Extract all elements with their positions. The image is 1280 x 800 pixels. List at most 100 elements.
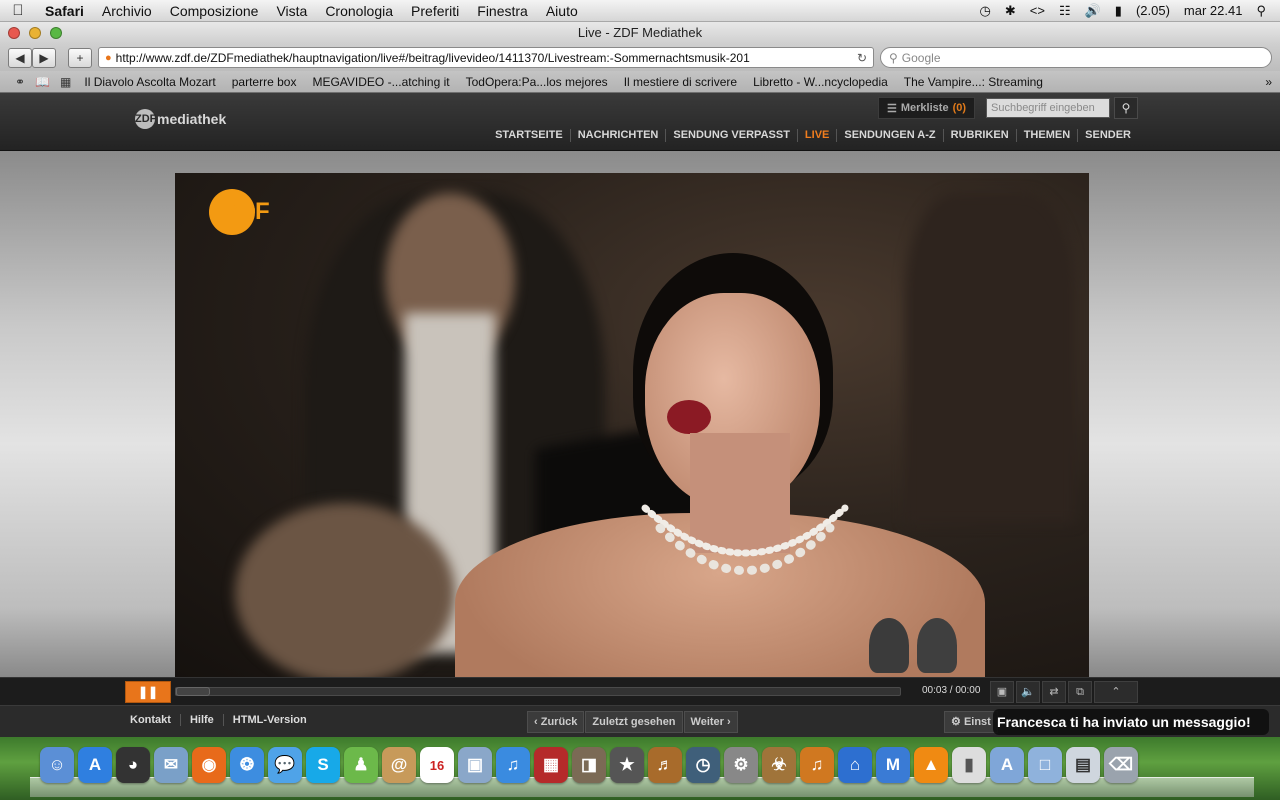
menu-preferiti[interactable]: Preferiti xyxy=(402,3,468,19)
add-bookmark-button[interactable]: + xyxy=(68,47,92,68)
settings-button[interactable]: ⚙ Einst xyxy=(944,711,998,733)
transmission-icon[interactable]: ☣ xyxy=(762,747,796,783)
time-machine-dock-icon[interactable]: ◷ xyxy=(686,747,720,783)
zurueck-button[interactable]: ‹ Zurück xyxy=(527,711,585,733)
apple-menu-icon[interactable]:  xyxy=(0,2,36,19)
garageband-icon[interactable]: ♬ xyxy=(648,747,682,783)
bookmark-item[interactable]: Il mestiere di scrivere xyxy=(616,75,745,89)
arrows-icon[interactable]: <> xyxy=(1030,3,1045,18)
bookmark-item[interactable]: The Vampire...: Streaming xyxy=(896,75,1051,89)
nav-live[interactable]: LIVE xyxy=(796,129,836,142)
photo-booth-icon[interactable]: ▦ xyxy=(534,747,568,783)
video-frame[interactable]: ZDF xyxy=(175,173,1089,677)
zuletzt-gesehen-button[interactable]: Zuletzt gesehen xyxy=(585,711,683,733)
back-button[interactable]: ◀ xyxy=(8,47,32,68)
clock[interactable]: mar 22.41 xyxy=(1184,3,1243,18)
itunes-icon[interactable]: ♫ xyxy=(496,747,530,783)
audacity-icon[interactable]: ♫ xyxy=(800,747,834,783)
nav-sendung-verpasst[interactable]: SENDUNG VERPASST xyxy=(665,129,797,142)
fullscreen-icon[interactable]: ▣ xyxy=(990,681,1014,703)
popout-icon[interactable]: ⧉ xyxy=(1068,681,1092,703)
progress-handle[interactable] xyxy=(176,687,210,696)
reading-list-icon[interactable]: ⚭ xyxy=(10,75,30,89)
site-header: ZDF mediathek ☰ Merkliste (0) Suchbegrif… xyxy=(0,93,1280,151)
footer-hilfe-link[interactable]: Hilfe xyxy=(179,714,223,726)
bookmark-item[interactable]: MEGAVIDEO -...atching it xyxy=(304,75,457,89)
skype-icon[interactable]: S xyxy=(306,747,340,783)
menu-aiuto[interactable]: Aiuto xyxy=(537,3,587,19)
pause-icon: ❚❚ xyxy=(137,685,159,699)
finder-icon[interactable]: ☺ xyxy=(40,747,74,783)
system-preferences-icon[interactable]: ⚙ xyxy=(724,747,758,783)
ical-icon[interactable]: 16 xyxy=(420,747,454,783)
menu-archivio[interactable]: Archivio xyxy=(93,3,161,19)
wifi-icon[interactable]: ☷ xyxy=(1059,3,1071,19)
close-window-button[interactable] xyxy=(8,27,20,39)
battery-icon[interactable]: ▮ xyxy=(1115,3,1122,19)
zip-archive-icon[interactable]: ▮ xyxy=(952,747,986,783)
menu-cronologia[interactable]: Cronologia xyxy=(316,3,402,19)
url-text[interactable]: http://www.zdf.de/ZDFmediathek/hauptnavi… xyxy=(116,51,750,65)
nav-sender[interactable]: SENDER xyxy=(1077,129,1138,142)
menu-vista[interactable]: Vista xyxy=(267,3,316,19)
iphoto-icon[interactable]: ▣ xyxy=(458,747,492,783)
site-search-button[interactable]: ⚲ xyxy=(1114,97,1138,119)
volume-icon[interactable]: 🔊 xyxy=(1085,3,1101,19)
downloads-stack-icon[interactable]: ▤ xyxy=(1066,747,1100,783)
nav-nachrichten[interactable]: NACHRICHTEN xyxy=(569,129,666,142)
merkliste-button[interactable]: ☰ Merkliste (0) xyxy=(878,97,976,119)
search-field[interactable]: ⚲ Google xyxy=(880,47,1272,68)
chevron-up-icon[interactable]: ⌃ xyxy=(1094,681,1138,703)
footer-kontakt-link[interactable]: Kontakt xyxy=(130,714,180,726)
documents-folder-icon[interactable]: □ xyxy=(1028,747,1062,783)
dock-icons: ☺ A ◕ ✉ ◉ ❂ 💬 S ♟ @ 16 ▣ ♫ ▦ ◨ ★ ♬ ◷ ⚙ ☣… xyxy=(40,747,1138,783)
nav-rubriken[interactable]: RUBRIKEN xyxy=(942,129,1016,142)
address-bar[interactable]: ● http://www.zdf.de/ZDFmediathek/hauptna… xyxy=(98,47,874,68)
image-capture-icon[interactable]: ◨ xyxy=(572,747,606,783)
site-search-input[interactable]: Suchbegriff eingeben xyxy=(986,98,1110,118)
mail-stamp-icon[interactable]: ✉ xyxy=(154,747,188,783)
dashboard-icon[interactable]: ◕ xyxy=(116,747,150,783)
forward-button[interactable]: ▶ xyxy=(32,47,56,68)
mute-icon[interactable]: 🔈 xyxy=(1016,681,1040,703)
trash-icon[interactable]: ⌫ xyxy=(1104,747,1138,783)
time-machine-icon[interactable]: ◷ xyxy=(980,3,991,19)
bluetooth-icon[interactable]: ✱ xyxy=(1005,3,1016,19)
applications-folder-icon[interactable]: A xyxy=(990,747,1024,783)
bookmark-item[interactable]: parterre box xyxy=(224,75,305,89)
weiter-button[interactable]: Weiter › xyxy=(683,711,738,733)
app-store-icon[interactable]: A xyxy=(78,747,112,783)
safari-icon[interactable]: ❂ xyxy=(230,747,264,783)
mail-m-icon[interactable]: M xyxy=(876,747,910,783)
menu-app-name[interactable]: Safari xyxy=(36,3,93,19)
bookmark-item[interactable]: Il Diavolo Ascolta Mozart xyxy=(76,75,223,89)
pause-button[interactable]: ❚❚ xyxy=(125,681,171,703)
reload-icon[interactable]: ↻ xyxy=(857,51,867,65)
vlc-icon[interactable]: ▲ xyxy=(914,747,948,783)
spotlight-icon[interactable]: ⚲ xyxy=(1256,3,1266,19)
home-network-icon[interactable]: ⌂ xyxy=(838,747,872,783)
zdf-mediathek-logo[interactable]: ZDF mediathek xyxy=(135,109,226,129)
settings-sliders-icon[interactable]: ⇄ xyxy=(1042,681,1066,703)
minimize-window-button[interactable] xyxy=(29,27,41,39)
message-notification[interactable]: Francesca ti ha inviato un messaggio! xyxy=(993,709,1269,735)
footer-html-version-link[interactable]: HTML-Version xyxy=(222,714,316,726)
menu-finestra[interactable]: Finestra xyxy=(468,3,537,19)
address-book-icon[interactable]: @ xyxy=(382,747,416,783)
bookmark-item[interactable]: TodOpera:Pa...los mejores xyxy=(458,75,616,89)
site-search-placeholder: Suchbegriff eingeben xyxy=(991,102,1095,114)
progress-bar[interactable] xyxy=(175,687,901,696)
nav-startseite[interactable]: STARTSEITE xyxy=(488,129,570,142)
ichat-icon[interactable]: 💬 xyxy=(268,747,302,783)
bookmark-item[interactable]: Libretto - W...ncyclopedia xyxy=(745,75,896,89)
top-sites-grid-icon[interactable]: ▦ xyxy=(55,75,76,89)
zoom-window-button[interactable] xyxy=(50,27,62,39)
firefox-icon[interactable]: ◉ xyxy=(192,747,226,783)
menu-composizione[interactable]: Composizione xyxy=(161,3,268,19)
nav-sendungen-a-z[interactable]: SENDUNGEN A-Z xyxy=(836,129,942,142)
contacts-people-icon[interactable]: ♟ xyxy=(344,747,378,783)
bookmarks-book-icon[interactable]: 📖 xyxy=(30,75,55,89)
bookmarks-overflow-icon[interactable]: » xyxy=(1257,75,1280,89)
imovie-star-icon[interactable]: ★ xyxy=(610,747,644,783)
nav-themen[interactable]: THEMEN xyxy=(1015,129,1077,142)
